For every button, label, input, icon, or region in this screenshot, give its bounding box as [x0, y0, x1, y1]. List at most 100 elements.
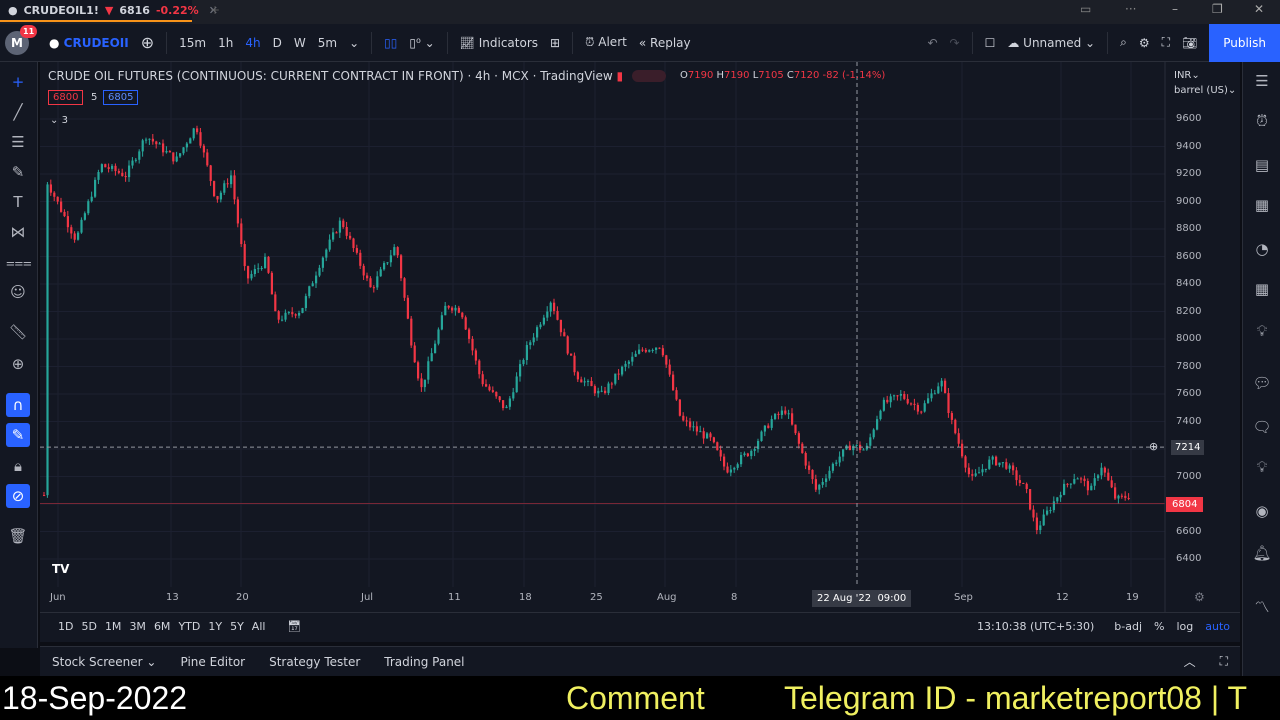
replay-button[interactable]: « Replay — [633, 36, 697, 50]
candle-body — [393, 247, 396, 256]
emoji-icon[interactable]: ☺ — [6, 280, 30, 304]
symbol-search[interactable]: ● CRUDEOII — [43, 36, 135, 50]
chevron-up-icon[interactable]: ︿ — [1172, 653, 1208, 670]
select-layout-icon[interactable]: ☐ — [979, 36, 1002, 50]
interval-4h[interactable]: 4h — [239, 36, 266, 50]
ideas-icon[interactable]: 💡︎ — [1251, 322, 1273, 344]
data-window-icon[interactable]: ▤ — [1251, 156, 1273, 178]
sell-button[interactable]: 6800 — [48, 90, 84, 105]
stay-drawing-icon[interactable]: ✎ — [6, 423, 30, 447]
chevron-down-icon[interactable]: ⌄ — [343, 36, 365, 50]
crosshair-icon[interactable]: + — [6, 70, 30, 94]
range-ytd[interactable]: YTD — [174, 620, 204, 633]
interval-w[interactable]: W — [288, 36, 312, 50]
tab-trading-panel[interactable]: Trading Panel — [372, 655, 476, 669]
calendar-clock-icon[interactable]: ◔ — [1251, 240, 1273, 262]
tab-strategy-tester[interactable]: Strategy Tester — [257, 655, 372, 669]
avatar[interactable]: M 11 — [5, 24, 38, 55]
more-icon[interactable]: ··· — [1125, 2, 1136, 16]
candle-body — [383, 263, 386, 270]
range-1m[interactable]: 1M — [101, 620, 126, 633]
text-icon[interactable]: T — [6, 190, 30, 214]
layout-name-button[interactable]: ☁ Unnamed ⌄ — [1001, 36, 1101, 50]
buy-button[interactable]: 6805 — [103, 90, 139, 105]
search-icon[interactable]: ⌕ — [1114, 35, 1133, 50]
goto-date-icon[interactable]: 📅︎ — [281, 620, 307, 633]
candle-body — [349, 235, 352, 239]
price-chart[interactable] — [40, 62, 1240, 642]
log-toggle[interactable]: log — [1170, 620, 1199, 633]
range-5y[interactable]: 5Y — [226, 620, 248, 633]
trading-icon[interactable]: 〽 — [1251, 596, 1273, 618]
range-3m[interactable]: 3M — [125, 620, 150, 633]
maximize-icon[interactable]: ❐ — [1212, 2, 1223, 16]
add-alert-icon[interactable]: ⊕ — [1149, 440, 1158, 453]
market-status-toggle[interactable] — [632, 70, 666, 82]
tab-stock-screener[interactable]: Stock Screener ⌄ — [40, 655, 168, 669]
notifications-icon[interactable]: 🔔︎ — [1251, 544, 1273, 566]
clock[interactable]: 13:10:38 (UTC+5:30) — [977, 620, 1094, 633]
chart-tab[interactable]: ● CRUDEOIL1! ▼ 6816 -0.22% ✕ — [0, 0, 218, 22]
fib-icon[interactable]: ☰ — [6, 130, 30, 154]
interval-1h[interactable]: 1h — [212, 36, 239, 50]
calendar-icon[interactable]: ▦ — [1251, 280, 1273, 302]
redo-icon[interactable]: ↷ — [944, 36, 966, 50]
templates-icon[interactable]: ⊞ — [544, 36, 566, 50]
candles-icon[interactable]: ▯▯ — [378, 36, 403, 50]
prediction-icon[interactable]: ⩶ — [6, 250, 32, 274]
publish-button[interactable]: Publish — [1209, 23, 1280, 62]
zoom-icon[interactable]: ⊕ — [6, 352, 30, 376]
minimize-icon[interactable]: – — [1172, 2, 1178, 16]
interval-5m[interactable]: 5m — [312, 36, 343, 50]
layout-icon[interactable]: ▭ — [1080, 2, 1091, 16]
currency-unit[interactable]: INR⌄ barrel (US)⌄ — [1174, 68, 1236, 98]
tips-icon[interactable]: 💡︎ — [1251, 458, 1273, 480]
candle-body — [447, 305, 450, 308]
close-window-icon[interactable]: ✕ — [1254, 2, 1264, 16]
gear-icon[interactable]: ⚙ — [1133, 36, 1156, 50]
auto-toggle[interactable]: auto — [1199, 620, 1236, 633]
maximize-panel-icon[interactable]: ⛶ — [1208, 654, 1240, 669]
brush-icon[interactable]: ✎ — [6, 160, 30, 184]
range-1y[interactable]: 1Y — [204, 620, 226, 633]
candle-body — [947, 393, 950, 414]
tab-pine-editor[interactable]: Pine Editor — [168, 655, 257, 669]
badj-toggle[interactable]: b-adj — [1108, 620, 1148, 633]
undo-icon[interactable]: ↶ — [921, 36, 943, 50]
percent-toggle[interactable]: % — [1148, 620, 1170, 633]
chart-area[interactable]: CRUDE OIL FUTURES (CONTINUOUS: CURRENT C… — [40, 62, 1240, 642]
indicators-button[interactable]: 📈︎ Indicators — [454, 36, 544, 50]
messages-icon[interactable]: 🗨︎ — [1251, 418, 1273, 440]
camera-icon[interactable]: 📷︎ — [1176, 36, 1203, 50]
alerts-icon[interactable]: ⏰︎ — [1251, 112, 1273, 134]
range-all[interactable]: All — [248, 620, 270, 633]
candle-body — [515, 376, 518, 393]
ruler-icon[interactable]: 📏︎ — [6, 320, 30, 344]
candle-body — [763, 425, 766, 432]
pattern-icon[interactable]: ⋈ — [6, 220, 30, 244]
trend-line-icon[interactable]: ╱ — [6, 100, 30, 124]
watchlist-icon[interactable]: ☰ — [1251, 72, 1273, 94]
interval-d[interactable]: D — [267, 36, 288, 50]
hide-icon[interactable]: ⊘ — [6, 484, 30, 508]
time-tick: 19 — [1126, 592, 1139, 603]
hotlist-icon[interactable]: ▦ — [1251, 196, 1273, 218]
trash-icon[interactable]: 🗑︎ — [6, 524, 30, 548]
compare-add-icon[interactable]: ⊕ — [135, 33, 160, 52]
range-6m[interactable]: 6M — [150, 620, 175, 633]
lock-icon[interactable]: 🔒︎ — [6, 454, 30, 478]
interval-15m[interactable]: 15m — [173, 36, 212, 50]
range-1d[interactable]: 1D — [54, 620, 77, 633]
magnet-icon[interactable]: ∩ — [6, 393, 30, 417]
broadcast-icon[interactable]: ◉ — [1251, 502, 1273, 524]
fullscreen-icon[interactable]: ⛶ — [1156, 35, 1176, 50]
new-tab-icon[interactable]: + — [210, 3, 220, 17]
chat-icon[interactable]: 💬︎ — [1251, 374, 1273, 396]
range-5d[interactable]: 5D — [77, 620, 100, 633]
indicators-collapse[interactable]: ⌄ 3 — [50, 115, 68, 126]
tradingview-logo[interactable]: TV — [52, 562, 74, 578]
axis-settings-icon[interactable]: ⚙ — [1194, 590, 1205, 604]
candle-body — [529, 342, 532, 346]
bar-style-icon[interactable]: ▯⁰ ⌄ — [403, 36, 440, 50]
alert-button[interactable]: ⏰︎ Alert — [579, 35, 633, 50]
